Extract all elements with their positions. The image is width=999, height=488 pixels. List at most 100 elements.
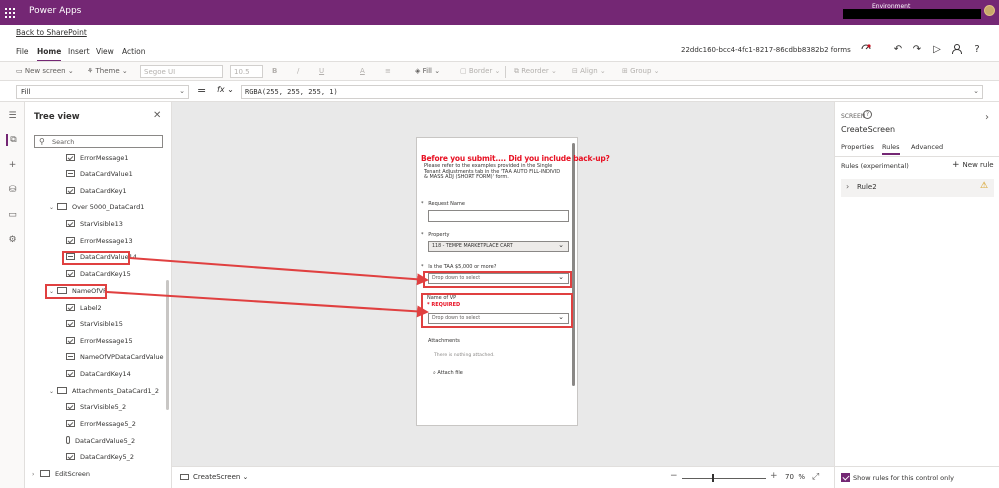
tree-search-input[interactable]: ⚲ Search (34, 135, 163, 148)
media-icon[interactable]: ▭ (6, 209, 19, 221)
advanced-tools-icon[interactable]: ⚙ (6, 234, 19, 246)
screen-selector[interactable]: CreateScreen ⌄ (180, 473, 248, 481)
data-icon[interactable]: ⛁ (6, 184, 19, 196)
insert-plus-icon[interactable]: + (6, 159, 19, 171)
menu-insert[interactable]: Insert (68, 47, 90, 56)
tree-node[interactable]: StarVisible15 (66, 318, 123, 331)
tree-node[interactable]: DataCardKey14 (66, 368, 131, 381)
show-rules-checkbox[interactable] (841, 473, 850, 482)
zoom-out-icon[interactable]: − (670, 471, 678, 481)
formula-input[interactable]: RGBA(255, 255, 255, 1) ⌄ (241, 85, 983, 99)
request-name-input[interactable] (428, 210, 569, 222)
left-rail: ☰ ⧉ + ⛁ ▭ ⚙ (0, 102, 25, 488)
tree-node[interactable]: DataCardKey5_2 (66, 451, 134, 464)
tree-node[interactable]: DataCardValue1 (66, 168, 133, 181)
zoom-slider[interactable] (682, 478, 766, 479)
toolbar-divider (505, 66, 506, 78)
font-color-button[interactable]: A (360, 67, 365, 75)
tree-node-label: ErrorMessage1 (80, 154, 129, 162)
font-size-select[interactable]: 10.5 (230, 65, 263, 78)
text-input-icon (66, 170, 75, 177)
collapse-panel-icon[interactable]: › (985, 112, 989, 123)
chevron-right-icon[interactable]: › (846, 182, 849, 191)
tree-node-label: StarVisible15 (80, 320, 123, 328)
control-name: CreateScreen (841, 125, 896, 134)
tree-node[interactable]: ErrorMessage5_2 (66, 418, 136, 431)
tree-node[interactable]: NameOfVPDataCardValue (66, 351, 164, 364)
menu-home[interactable]: Home (37, 47, 62, 62)
ribbon-toolbar: ▭ New screen ⌄ ⚘ Theme ⌄ Segoe UI 10.5 B… (0, 61, 999, 81)
new-screen-button[interactable]: ▭ New screen ⌄ (16, 67, 74, 75)
fill-label: Fill (422, 67, 432, 75)
rule-item[interactable]: › Rule2 ⚠ (841, 179, 994, 197)
play-preview-icon[interactable]: ▷ (930, 43, 944, 57)
avatar[interactable] (984, 5, 995, 16)
tree-node[interactable]: ⌄ Attachments_DataCard1_2 (49, 385, 159, 398)
tree-node[interactable]: › EditScreen (32, 468, 90, 481)
chevron-down-icon[interactable]: ⌄ (49, 201, 57, 214)
menu-view[interactable]: View (96, 47, 114, 56)
app-checker-icon[interactable] (859, 43, 873, 57)
theme-button[interactable]: ⚘ Theme ⌄ (87, 67, 128, 75)
tree-node[interactable]: StarVisible13 (66, 218, 123, 231)
fx-button[interactable]: fx ⌄ (217, 85, 234, 94)
tree-node[interactable]: ⌄ Over 5000_DataCard1 (49, 201, 144, 214)
menu-action[interactable]: Action (122, 47, 146, 56)
form-scrollbar[interactable] (572, 143, 575, 386)
equals-sign: = (197, 84, 207, 97)
redo-icon[interactable]: ↷ (910, 43, 924, 57)
text-align-button[interactable]: ≡ (385, 67, 391, 75)
expand-formula-icon[interactable]: ⌄ (973, 87, 979, 95)
tree-node-label: DataCardKey14 (80, 370, 131, 378)
italic-button[interactable]: / (297, 67, 299, 75)
tab-properties[interactable]: Properties (841, 143, 874, 151)
new-rule-button[interactable]: + New rule (952, 160, 994, 170)
tree-node-label: DataCardValue1 (80, 170, 133, 178)
tab-advanced[interactable]: Advanced (911, 143, 943, 151)
bold-button[interactable]: B (272, 67, 277, 75)
tree-node[interactable]: ErrorMessage15 (66, 335, 133, 348)
chevron-down-icon[interactable]: ⌄ (49, 385, 57, 398)
share-user-icon[interactable] (950, 43, 964, 57)
rules-filter-footer: Show rules for this control only (835, 466, 999, 488)
help-icon[interactable]: ? (863, 110, 872, 119)
undo-icon[interactable]: ↶ (891, 43, 905, 57)
tree-node[interactable]: StarVisible5_2 (66, 401, 126, 414)
tree-node[interactable]: DataCardKey15 (66, 268, 131, 281)
tree-node[interactable]: DataCardKey1 (66, 185, 127, 198)
tree-scrollbar[interactable] (166, 280, 169, 410)
tree-node[interactable]: DataCardValue5_2 (66, 435, 135, 448)
fit-to-window-icon[interactable]: ⤢ (812, 472, 819, 482)
underline-button[interactable]: U (319, 67, 324, 75)
hamburger-menu-icon[interactable]: ☰ (6, 110, 19, 122)
zoom-in-icon[interactable]: + (770, 471, 778, 481)
align-button[interactable]: ⊟ Align ⌄ (572, 67, 606, 75)
font-select[interactable]: Segoe UI (140, 65, 223, 78)
group-button[interactable]: ⊞ Group ⌄ (622, 67, 660, 75)
property-select[interactable]: Fill ⌄ (16, 85, 189, 99)
tree-node[interactable]: ErrorMessage1 (66, 152, 128, 165)
waffle-menu-icon[interactable] (5, 8, 15, 18)
tree-node-label: StarVisible5_2 (80, 403, 127, 411)
menu-file[interactable]: File (16, 47, 29, 56)
app-id-title: 22ddc160-bcc4-4fc1-8217-86cdbb8382b2 for… (681, 46, 851, 54)
zoom-slider-thumb[interactable] (712, 474, 714, 482)
back-to-sharepoint-link[interactable]: Back to SharePoint (16, 28, 87, 37)
tree-node-label: StarVisible13 (80, 220, 123, 228)
tab-rules[interactable]: Rules (882, 143, 900, 155)
tree-node[interactable]: ErrorMessage13 (66, 235, 133, 248)
border-button[interactable]: ▢ Border ⌄ (460, 67, 500, 75)
fill-button[interactable]: ◈ Fill ⌄ (415, 67, 440, 75)
attach-file-button[interactable]: ⌕ Attach file (433, 370, 463, 376)
tree-view-icon[interactable]: ⧉ (6, 134, 19, 146)
highlight-nameofvp (45, 284, 107, 299)
chevron-right-icon[interactable]: › (32, 468, 40, 481)
canvas-status-bar: CreateScreen ⌄ − + 70 % ⤢ (172, 466, 834, 488)
close-icon[interactable]: ✕ (153, 110, 161, 121)
help-icon[interactable]: ? (970, 43, 984, 57)
property-dropdown[interactable]: 118 - TEMPE MARKETPLACE CART ⌄ (428, 241, 569, 252)
property-value: Fill (21, 88, 31, 96)
tree-node-label: DataCardKey1 (80, 187, 127, 195)
reorder-button[interactable]: ⧉ Reorder ⌄ (514, 67, 557, 76)
tree-node[interactable]: Label2 (66, 302, 102, 315)
